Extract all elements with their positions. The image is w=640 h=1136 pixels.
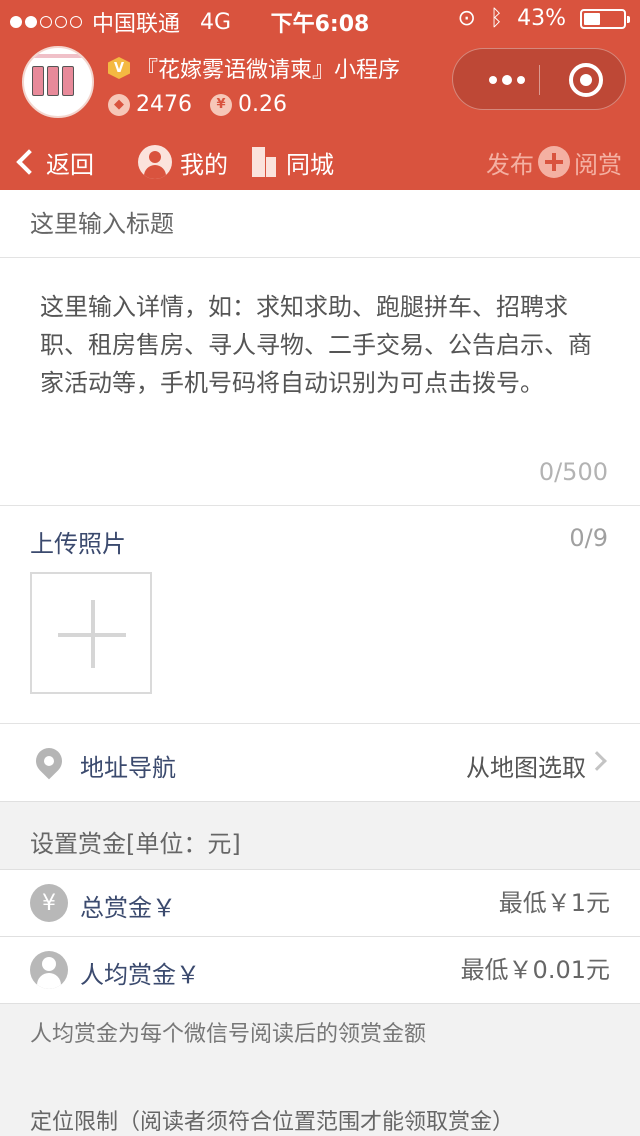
location-pin-icon <box>30 742 68 780</box>
chevron-left-icon <box>16 149 42 175</box>
money-value: 0.26 <box>238 92 287 117</box>
money-stat: ¥ 0.26 <box>210 92 287 117</box>
per-person-reward-row: 人均赏金￥ <box>0 937 640 1004</box>
bluetooth-icon: ᛒ <box>489 6 504 31</box>
person-icon <box>30 951 68 989</box>
app-name-text: 『花嫁雾语微请柬』小程序 <box>136 58 401 83</box>
total-reward-input[interactable] <box>350 884 610 922</box>
capsule-divider <box>539 65 540 95</box>
diamond-icon: ◆ <box>108 93 130 116</box>
total-reward-row: ¥ 总赏金￥ <box>0 870 640 937</box>
nav-city-label: 同城 <box>286 150 334 179</box>
close-mini-program-button[interactable] <box>569 63 603 97</box>
address-nav-row[interactable]: 地址导航 从地图选取 <box>0 724 640 802</box>
yuan-coin-icon: ¥ <box>30 884 68 922</box>
reward-read-label: 阅赏 <box>574 150 622 179</box>
battery-icon <box>580 8 630 29</box>
chevron-right-icon <box>587 751 607 771</box>
header-nav: 返回 我的 同城 发布 阅赏 <box>0 140 640 184</box>
more-options-button[interactable] <box>477 49 537 111</box>
user-stats: ◆ 2476 ¥ 0.26 <box>108 92 305 117</box>
title-section <box>0 190 640 258</box>
upload-photos-count: 0/9 <box>569 524 608 552</box>
back-label: 返回 <box>46 150 94 179</box>
plus-circle-icon <box>538 146 570 178</box>
nav-city[interactable]: 同城 <box>252 140 334 184</box>
mini-program-header: V 『花嫁雾语微请柬』小程序 ◆ 2476 ¥ 0.26 返回 我的 同城 发布… <box>0 40 640 190</box>
publish-label: 发布 <box>486 150 534 179</box>
rotation-lock-icon: ⊙ <box>457 6 476 31</box>
yuan-icon: ¥ <box>210 93 232 116</box>
status-right: ⊙ ᛒ 43% <box>457 6 630 31</box>
publish-reward-button[interactable]: 发布 阅赏 <box>486 140 622 184</box>
reward-section-title: 设置赏金[单位：元] <box>30 830 241 858</box>
nav-me[interactable]: 我的 <box>138 140 228 184</box>
nav-me-label: 我的 <box>180 150 228 179</box>
pick-from-map-label: 从地图选取 <box>466 754 586 782</box>
vip-badge-icon: V <box>108 57 130 79</box>
battery-percent: 43% <box>517 6 566 31</box>
total-reward-label: 总赏金￥ <box>80 894 176 922</box>
detail-section: 0/500 <box>0 258 640 506</box>
back-button[interactable]: 返回 <box>14 140 94 184</box>
app-title: V 『花嫁雾语微请柬』小程序 <box>108 52 400 84</box>
add-photo-button[interactable] <box>30 572 152 694</box>
location-limit-label: 定位限制（阅读者须符合位置范围才能领取赏金） <box>30 1110 515 1135</box>
reward-note: 人均赏金为每个微信号阅读后的领赏金额 <box>30 1022 427 1047</box>
upload-photos-section: 上传照片 0/9 <box>0 506 640 724</box>
user-icon <box>138 145 172 179</box>
app-avatar[interactable] <box>22 46 94 118</box>
points-stat: ◆ 2476 <box>108 92 192 117</box>
detail-textarea[interactable] <box>40 288 608 438</box>
reward-section-header: 设置赏金[单位：元] <box>0 802 640 870</box>
title-input[interactable] <box>30 204 610 244</box>
status-bar: 中国联通 4G 下午6:08 ⊙ ᛒ 43% <box>0 0 640 40</box>
building-icon <box>252 147 276 177</box>
capsule-menu <box>452 48 626 110</box>
upload-photos-label: 上传照片 <box>30 530 126 558</box>
per-person-reward-label: 人均赏金￥ <box>80 961 200 989</box>
per-person-reward-input[interactable] <box>350 951 610 989</box>
detail-char-count: 0/500 <box>538 458 608 486</box>
address-nav-label: 地址导航 <box>80 754 176 782</box>
points-value: 2476 <box>136 92 192 117</box>
